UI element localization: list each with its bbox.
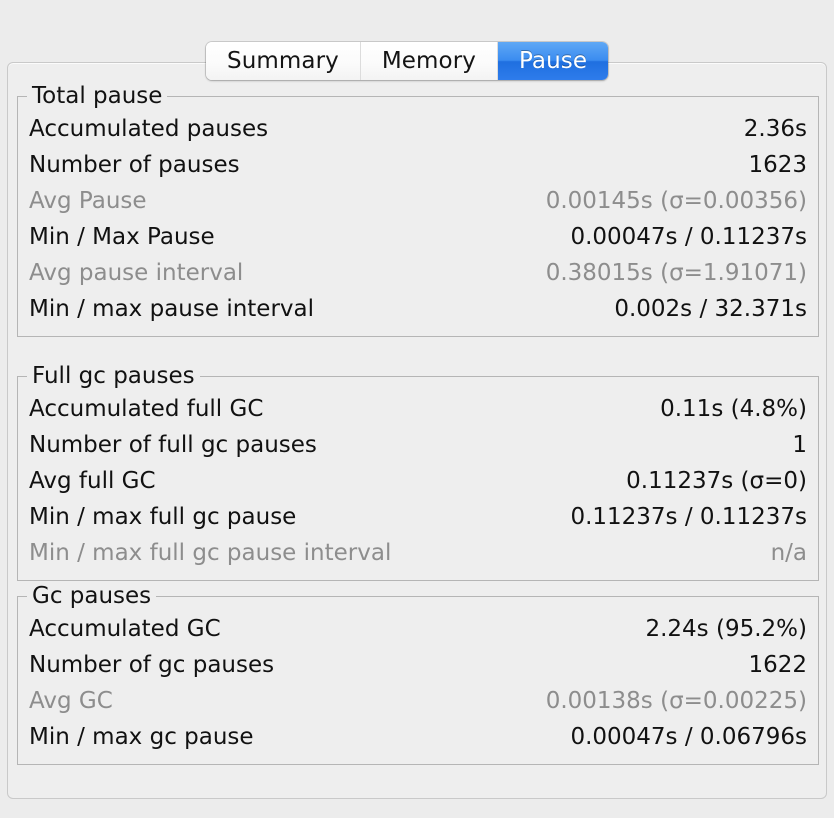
stat-label: Min / max full gc pause interval xyxy=(29,540,392,566)
tab-summary[interactable]: Summary xyxy=(206,42,361,80)
stat-label: Accumulated full GC xyxy=(29,396,264,422)
stat-value: 1 xyxy=(792,432,807,458)
table-row: Min / max gc pause 0.00047s / 0.06796s xyxy=(29,719,807,755)
stat-label: Min / max pause interval xyxy=(29,296,315,322)
tab-memory[interactable]: Memory xyxy=(360,42,498,80)
stat-value: 1622 xyxy=(748,652,807,678)
stat-value: 0.38015s (σ=1.91071) xyxy=(545,260,807,286)
stat-value: 2.36s xyxy=(743,116,807,142)
stat-value: 2.24s (95.2%) xyxy=(645,616,807,642)
table-row: Min / max full gc pause interval n/a xyxy=(29,535,807,571)
table-row: Accumulated GC 2.24s (95.2%) xyxy=(29,611,807,647)
stat-value: 0.11237s (σ=0) xyxy=(626,468,807,494)
stat-label: Number of gc pauses xyxy=(29,652,275,678)
stat-value: 1623 xyxy=(748,152,807,178)
stat-label: Min / Max Pause xyxy=(29,224,215,250)
table-row: Number of pauses 1623 xyxy=(29,147,807,183)
stat-value: 0.00047s / 0.11237s xyxy=(570,224,807,250)
group-total-pause: Total pause Accumulated pauses 2.36s Number… xyxy=(17,83,819,337)
stat-label: Min / max full gc pause xyxy=(29,504,297,530)
tab-bar[interactable]: Summary Memory Pause xyxy=(206,42,609,80)
table-row: Min / max full gc pause 0.11237s / 0.1123… xyxy=(29,499,807,535)
stat-rows: Accumulated GC 2.24s (95.2%) Number of gc … xyxy=(18,597,818,764)
stat-value: 0.00138s (σ=0.00225) xyxy=(545,688,807,714)
group-full-gc-pauses: Full gc pauses Accumulated full GC 0.11s (… xyxy=(17,363,819,581)
stat-label: Avg Pause xyxy=(29,188,147,214)
stat-label: Avg full GC xyxy=(29,468,156,494)
table-row: Number of full gc pauses 1 xyxy=(29,427,807,463)
group-gc-pauses: Gc pauses Accumulated GC 2.24s (95.2%) Numb… xyxy=(17,583,819,765)
group-title: Full gc pauses xyxy=(27,363,200,389)
table-row: Avg full GC 0.11237s (σ=0) xyxy=(29,463,807,499)
group-title: Total pause xyxy=(27,83,168,109)
table-row: Accumulated full GC 0.11s (4.8%) xyxy=(29,391,807,427)
table-row: Avg GC 0.00138s (σ=0.00225) xyxy=(29,683,807,719)
table-row: Avg pause interval 0.38015s (σ=1.91071) xyxy=(29,255,807,291)
stat-rows: Accumulated full GC 0.11s (4.8%) Number of… xyxy=(18,377,818,580)
table-row: Min / Max Pause 0.00047s / 0.11237s xyxy=(29,219,807,255)
tab-pause[interactable]: Pause xyxy=(498,42,609,80)
group-title: Gc pauses xyxy=(27,583,157,609)
stat-value: 0.11s (4.8%) xyxy=(660,396,807,422)
pause-panel: Total pause Accumulated pauses 2.36s Number… xyxy=(7,62,827,799)
stat-value: n/a xyxy=(770,540,807,566)
table-row: Number of gc pauses 1622 xyxy=(29,647,807,683)
stat-label: Number of full gc pauses xyxy=(29,432,317,458)
table-row: Accumulated pauses 2.36s xyxy=(29,111,807,147)
stat-value: 0.00145s (σ=0.00356) xyxy=(545,188,807,214)
stat-label: Min / max gc pause xyxy=(29,724,254,750)
stat-value: 0.00047s / 0.06796s xyxy=(570,724,807,750)
stat-value: 0.002s / 32.371s xyxy=(614,296,807,322)
stat-value: 0.11237s / 0.11237s xyxy=(570,504,807,530)
table-row: Avg Pause 0.00145s (σ=0.00356) xyxy=(29,183,807,219)
stat-label: Avg GC xyxy=(29,688,113,714)
stat-rows: Accumulated pauses 2.36s Number of pauses 1… xyxy=(18,97,818,336)
stat-label: Avg pause interval xyxy=(29,260,244,286)
stat-label: Accumulated pauses xyxy=(29,116,269,142)
stat-label: Number of pauses xyxy=(29,152,240,178)
table-row: Min / max pause interval 0.002s / 32.371s xyxy=(29,291,807,327)
stat-label: Accumulated GC xyxy=(29,616,221,642)
